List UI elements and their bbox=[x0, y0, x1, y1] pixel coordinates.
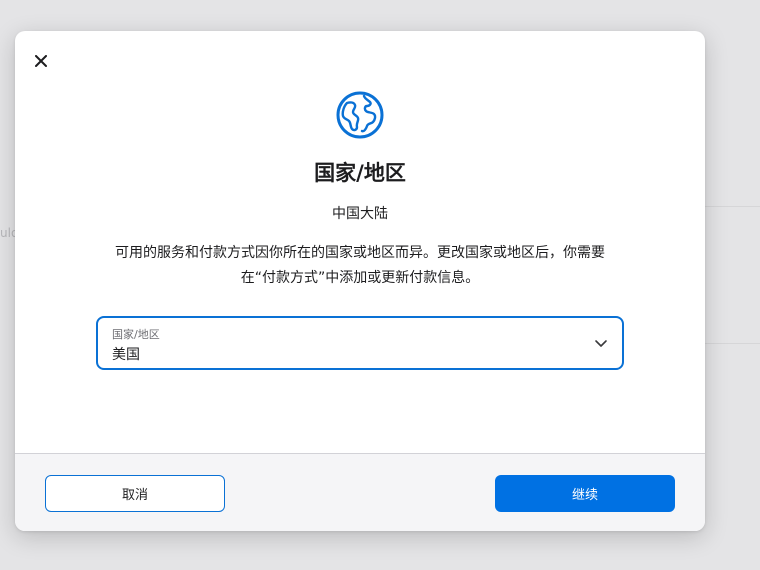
chevron-down-icon bbox=[595, 340, 607, 347]
close-button[interactable] bbox=[29, 49, 53, 73]
current-region: 中国大陆 bbox=[332, 206, 388, 222]
background-divider bbox=[705, 206, 760, 207]
description-line: 可用的服务和付款方式因你所在的国家或地区而异。更改国家或地区后，你需要 bbox=[115, 245, 605, 261]
globe-icon bbox=[336, 91, 384, 139]
close-icon bbox=[35, 55, 47, 67]
dialog-footer: 取消 继续 bbox=[15, 454, 705, 531]
background-divider bbox=[705, 343, 760, 344]
cancel-button[interactable]: 取消 bbox=[45, 475, 225, 512]
dialog-title: 国家/地区 bbox=[314, 161, 406, 185]
select-label: 国家/地区 bbox=[112, 328, 160, 341]
continue-button[interactable]: 继续 bbox=[495, 475, 675, 512]
select-value: 美国 bbox=[112, 347, 140, 363]
description-line: 在“付款方式”中添加或更新付款信息。 bbox=[240, 270, 480, 286]
dialog-description: 可用的服务和付款方式因你所在的国家或地区而异。更改国家或地区后，你需要 在“付款… bbox=[85, 241, 635, 291]
country-region-select[interactable]: 国家/地区 美国 bbox=[96, 316, 624, 370]
country-region-dialog: 国家/地区 中国大陆 可用的服务和付款方式因你所在的国家或地区而异。更改国家或地… bbox=[15, 31, 705, 531]
